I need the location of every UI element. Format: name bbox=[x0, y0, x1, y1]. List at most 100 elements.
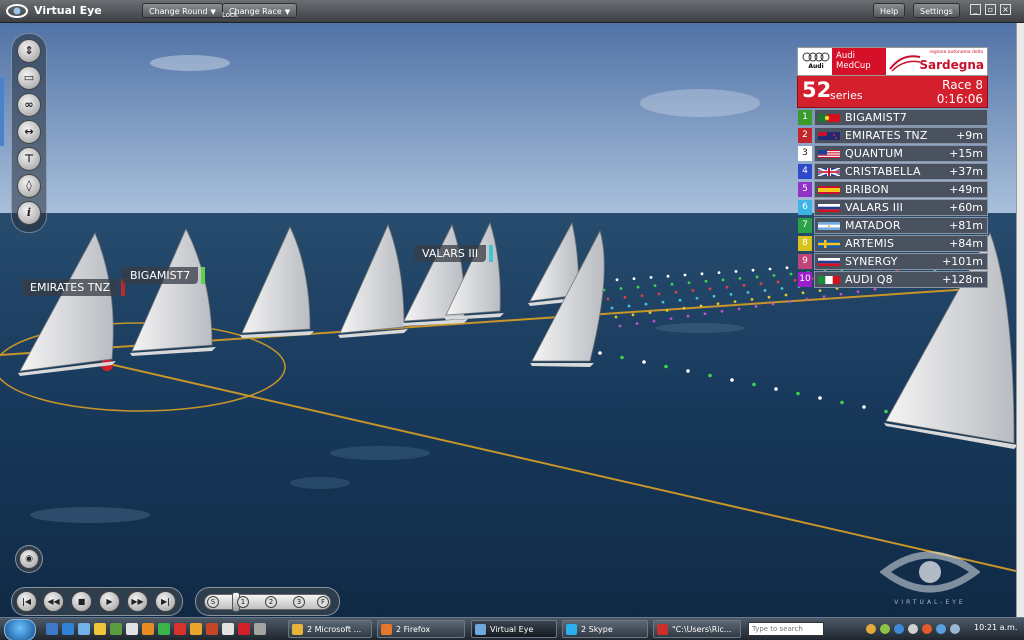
sardegna-small-text: regione autonoma della bbox=[929, 50, 983, 55]
track-dot bbox=[784, 293, 788, 297]
track-dot bbox=[648, 311, 652, 314]
taskbar-item-label: Virtual Eye bbox=[490, 625, 534, 634]
window-right-edge bbox=[1016, 23, 1024, 617]
boat-name: CRISTABELLA bbox=[845, 165, 921, 178]
stop-icon[interactable]: ■ bbox=[71, 591, 92, 612]
camera-move-icon[interactable]: ⇕ bbox=[17, 39, 41, 63]
window-switcher-icon[interactable] bbox=[78, 623, 90, 635]
app-launcher-icon[interactable] bbox=[174, 623, 186, 635]
tray-icon[interactable] bbox=[908, 624, 918, 634]
position-badge: 3 bbox=[798, 146, 812, 161]
leaderboard-row[interactable]: 2 EMIRATES TNZ +9m bbox=[797, 127, 988, 144]
app-launcher-icon[interactable] bbox=[222, 623, 234, 635]
taskbar-search-input[interactable]: Type to search bbox=[748, 622, 824, 636]
leaderboard-rows: 1 BIGAMIST7 2 EMIRATES TNZ +9m 3 QUANTUM +15m 4 C… bbox=[797, 109, 988, 288]
leaderboard-row[interactable]: 8 ARTEMIS +84m bbox=[797, 235, 988, 252]
lock-label: Lock bbox=[222, 11, 238, 19]
taskbar-item-microsoft[interactable]: 2 Microsoft ... bbox=[288, 620, 372, 638]
distance-behind: +37m bbox=[949, 165, 983, 178]
top-view-icon[interactable]: ▭ bbox=[17, 66, 41, 90]
track-dot bbox=[755, 275, 759, 279]
leaderboard-row[interactable]: 1 BIGAMIST7 bbox=[797, 109, 988, 126]
position-badge: 2 bbox=[798, 128, 812, 143]
minimize-icon[interactable]: _ bbox=[970, 4, 981, 15]
settings-button[interactable]: Settings bbox=[913, 3, 960, 18]
boat-entry: EMIRATES TNZ +9m bbox=[814, 127, 988, 144]
tray-icon[interactable] bbox=[866, 624, 876, 634]
track-dot bbox=[652, 319, 656, 323]
leaderboard-row[interactable]: 7 MATADOR +81m bbox=[797, 217, 988, 234]
boat-name: AUDI Q8 bbox=[845, 273, 893, 286]
track-dot bbox=[623, 295, 627, 299]
rewind-icon[interactable]: ◀◀ bbox=[43, 591, 64, 612]
close-icon[interactable]: × bbox=[1000, 4, 1011, 15]
track-dot bbox=[839, 292, 843, 296]
skip-end-icon[interactable]: ▶| bbox=[155, 591, 176, 612]
wave bbox=[30, 507, 150, 523]
boat-label-text: VALARS III bbox=[422, 247, 479, 260]
change-round-dropdown[interactable]: Change Round ▼ bbox=[142, 3, 223, 18]
position-badge: 6 bbox=[798, 200, 812, 215]
tray-icon[interactable] bbox=[880, 624, 890, 634]
two-boats-icon[interactable]: ∞ bbox=[17, 93, 41, 117]
track-dot bbox=[793, 278, 797, 282]
fast-forward-icon[interactable]: ▶▶ bbox=[127, 591, 148, 612]
tray-icon[interactable] bbox=[922, 624, 932, 634]
app-launcher-icon[interactable] bbox=[158, 623, 170, 635]
folder-icon[interactable] bbox=[94, 623, 106, 635]
skip-start-icon[interactable]: |◀ bbox=[16, 591, 37, 612]
track-dot bbox=[737, 307, 741, 311]
speed-slider[interactable]: S 1 2 3 F bbox=[204, 592, 331, 612]
tray-icon[interactable] bbox=[894, 624, 904, 634]
app-launcher-icon[interactable] bbox=[254, 623, 266, 635]
show-desktop-icon[interactable] bbox=[46, 623, 58, 635]
track-dot bbox=[695, 296, 699, 300]
audi-logo: Audi bbox=[800, 50, 830, 71]
leaderboard-row[interactable]: 5 BRIBON +49m bbox=[797, 181, 988, 198]
restore-icon[interactable]: ▫ bbox=[985, 4, 996, 15]
internet-explorer-icon[interactable] bbox=[62, 623, 74, 635]
app-launcher-icon[interactable] bbox=[206, 623, 218, 635]
boat-name: BRIBON bbox=[845, 183, 889, 196]
taskbar-item-explorer[interactable]: "C:\Users\Ric... bbox=[653, 620, 741, 638]
camera-reset-icon[interactable]: ◉ bbox=[19, 549, 39, 569]
russia-flag-icon bbox=[818, 204, 840, 212]
boat-label-bigamist7[interactable]: BIGAMIST7 bbox=[122, 267, 206, 284]
chase-cam-icon[interactable]: ⊤ bbox=[17, 147, 41, 171]
track-dot bbox=[636, 285, 640, 289]
help-button[interactable]: Help bbox=[873, 3, 906, 18]
track-dot bbox=[691, 289, 695, 292]
app-launcher-icon[interactable] bbox=[142, 623, 154, 635]
app-launcher-icon[interactable] bbox=[126, 623, 138, 635]
leaderboard-row[interactable]: 9 SYNERGY +101m bbox=[797, 253, 988, 270]
boat-name: MATADOR bbox=[845, 219, 901, 232]
side-panel-tab[interactable] bbox=[0, 78, 4, 146]
boat-pair-icon[interactable]: ◊ bbox=[17, 174, 41, 198]
volume-icon[interactable] bbox=[950, 624, 960, 634]
width-arrows-icon[interactable]: ↔ bbox=[17, 120, 41, 144]
taskbar-item-virtual-eye[interactable]: Virtual Eye bbox=[471, 620, 557, 638]
track-dot bbox=[598, 351, 602, 355]
track-dot bbox=[720, 309, 724, 313]
app-launcher-icon[interactable] bbox=[110, 623, 122, 635]
taskbar-item-skype[interactable]: 2 Skype bbox=[562, 620, 648, 638]
network-icon[interactable] bbox=[936, 624, 946, 634]
sardegna-logo: regione autonoma della Sardegna bbox=[886, 48, 987, 75]
leaderboard-row[interactable]: 6 VALARS III +60m bbox=[797, 199, 988, 216]
info-icon[interactable]: i bbox=[17, 201, 41, 225]
leaderboard-row[interactable]: 3 QUANTUM +15m bbox=[797, 145, 988, 162]
distance-behind: +84m bbox=[949, 237, 983, 250]
leaderboard-row[interactable]: 10 AUDI Q8 +128m bbox=[797, 271, 988, 288]
track-dot bbox=[686, 314, 690, 318]
boat-label-valars-iii[interactable]: VALARS III bbox=[414, 245, 494, 262]
leaderboard-row[interactable]: 4 CRISTABELLA +37m bbox=[797, 163, 988, 180]
watermark-text: VIRTUAL-EYE bbox=[894, 599, 966, 606]
start-button-icon[interactable] bbox=[4, 619, 36, 640]
app-launcher-icon[interactable] bbox=[238, 623, 250, 635]
app-launcher-icon[interactable] bbox=[190, 623, 202, 635]
play-icon[interactable]: ▶ bbox=[99, 591, 120, 612]
taskbar-item-firefox[interactable]: 2 Firefox bbox=[377, 620, 465, 638]
track-dot bbox=[703, 312, 707, 316]
taskbar-item-label: 2 Microsoft ... bbox=[307, 625, 362, 634]
boat-label-emirates-tnz[interactable]: EMIRATES TNZ bbox=[22, 279, 126, 296]
